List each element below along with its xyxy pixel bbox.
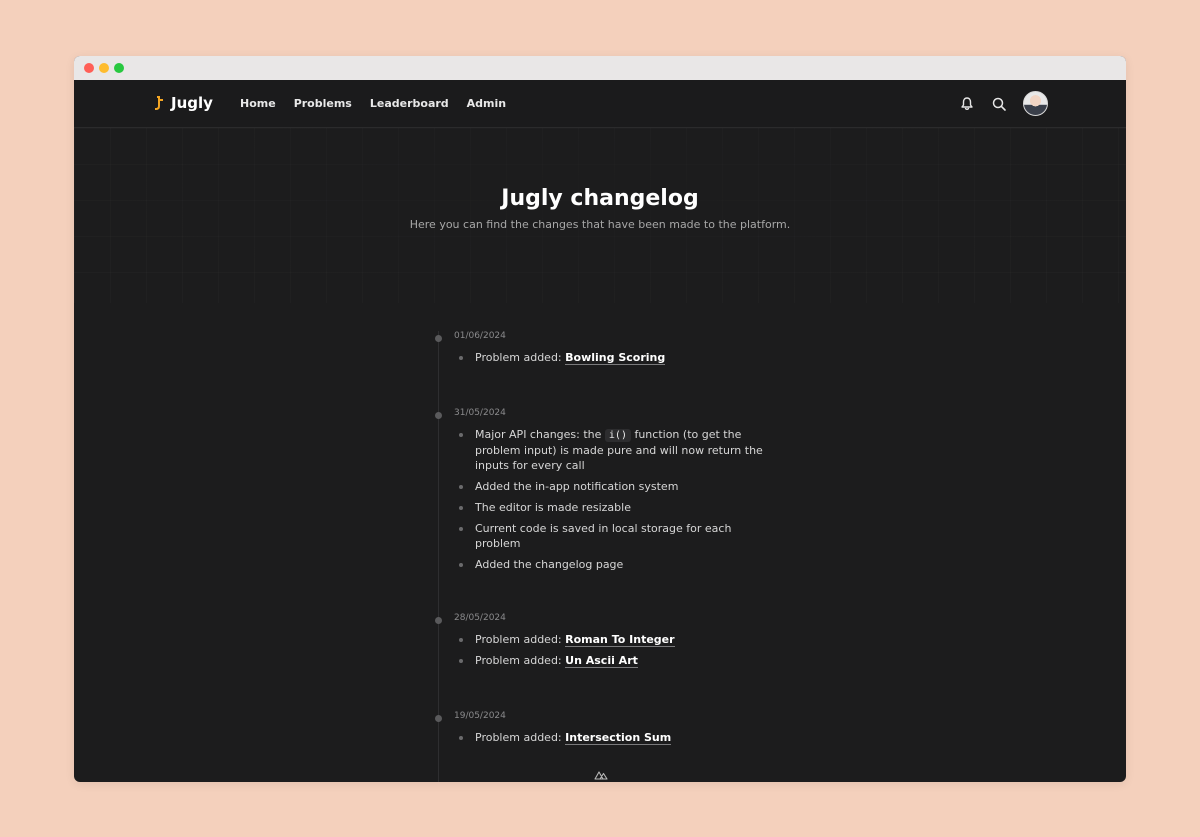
- maximize-window-button[interactable]: [114, 63, 124, 73]
- user-avatar[interactable]: [1023, 91, 1048, 116]
- nav-actions: [959, 91, 1048, 116]
- nav-leaderboard[interactable]: Leaderboard: [370, 97, 449, 110]
- list-item: The editor is made resizable: [455, 500, 775, 515]
- nav-links: Home Problems Leaderboard Admin: [240, 97, 506, 110]
- problem-link[interactable]: Roman To Integer: [565, 633, 675, 647]
- list-item: Major API changes: the i() function (to …: [455, 427, 775, 473]
- entry-items: Problem added: Roman To Integer Problem …: [455, 632, 775, 674]
- page-subtitle: Here you can find the changes that have …: [409, 218, 791, 231]
- list-item: Problem added: Intersection Sum: [455, 730, 775, 745]
- page-header: Jugly changelog Here you can find the ch…: [74, 128, 1126, 303]
- brand-name: Jugly: [171, 94, 213, 112]
- bell-icon[interactable]: [959, 96, 975, 112]
- problem-link[interactable]: Intersection Sum: [565, 731, 672, 745]
- list-item: Current code is saved in local storage f…: [455, 521, 775, 551]
- entry-date: 31/05/2024: [454, 408, 506, 418]
- inline-code: i(): [604, 429, 631, 442]
- entry-date: 01/06/2024: [454, 331, 506, 341]
- problem-link[interactable]: Bowling Scoring: [565, 351, 666, 365]
- brand-logo[interactable]: Jugly: [152, 94, 213, 112]
- entry-items: Problem added: Bowling Scoring: [455, 350, 775, 371]
- window-titlebar: [74, 56, 1126, 80]
- list-item: Problem added: Roman To Integer: [455, 632, 775, 647]
- entry-date: 19/05/2024: [454, 711, 506, 721]
- list-item: Problem added: Bowling Scoring: [455, 350, 775, 365]
- entry-items: Problem added: Intersection Sum: [455, 730, 775, 751]
- browser-window: Jugly Home Problems Leaderboard Admin Ju…: [74, 56, 1126, 782]
- close-window-button[interactable]: [84, 63, 94, 73]
- minimize-window-button[interactable]: [99, 63, 109, 73]
- timeline-dot: [435, 335, 442, 342]
- timeline-dot: [435, 715, 442, 722]
- search-icon[interactable]: [991, 96, 1007, 112]
- timeline-dot: [435, 617, 442, 624]
- timeline-dot: [435, 412, 442, 419]
- juggling-pin-icon: [155, 96, 163, 110]
- list-item: Problem added: Un Ascii Art: [455, 653, 775, 668]
- top-navbar: Jugly Home Problems Leaderboard Admin: [74, 80, 1126, 128]
- page-title: Jugly changelog: [501, 186, 699, 211]
- changelog-timeline: 01/06/2024 Problem added: Bowling Scorin…: [435, 331, 778, 782]
- entry-items: Major API changes: the i() function (to …: [455, 427, 775, 578]
- entry-date: 28/05/2024: [454, 613, 506, 623]
- problem-link[interactable]: Un Ascii Art: [565, 654, 638, 668]
- list-item: Added the changelog page: [455, 557, 775, 572]
- nav-problems[interactable]: Problems: [294, 97, 352, 110]
- nuxt-devtools-icon[interactable]: [594, 770, 608, 780]
- nav-admin[interactable]: Admin: [467, 97, 506, 110]
- list-item: Added the in-app notification system: [455, 479, 775, 494]
- nav-home[interactable]: Home: [240, 97, 276, 110]
